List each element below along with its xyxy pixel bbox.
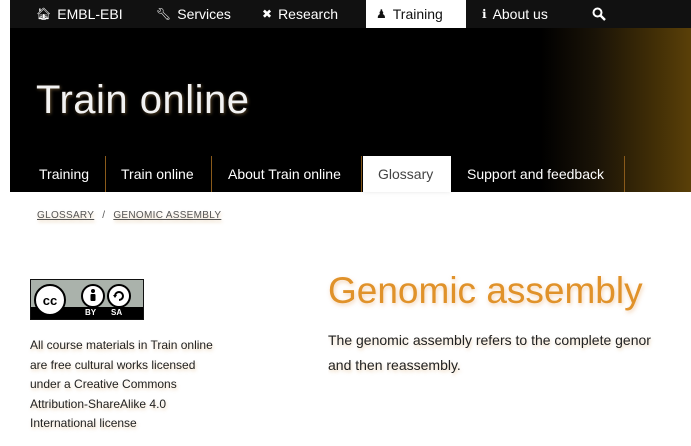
breadcrumb-separator: / bbox=[102, 210, 106, 221]
breadcrumb: GLOSSARY / GENOMIC ASSEMBLY bbox=[37, 210, 221, 221]
tab-label: Train online bbox=[121, 166, 194, 182]
tab-label: Support and feedback bbox=[467, 166, 604, 182]
license-line: Attribution-ShareAlike 4.0 bbox=[30, 396, 167, 411]
breadcrumb-genomic-assembly[interactable]: GENOMIC ASSEMBLY bbox=[113, 210, 221, 221]
license-text: All course materials in Train online are… bbox=[30, 336, 230, 434]
home-icon: 🏠︎ bbox=[36, 7, 52, 21]
sharealike-symbol-icon bbox=[113, 291, 124, 301]
nav-services[interactable]: 🔧︎ Services bbox=[156, 0, 231, 28]
nav-research[interactable]: ✖ Research bbox=[262, 0, 338, 28]
license-line: are free cultural works licensed bbox=[30, 357, 196, 372]
license-line: International license bbox=[30, 416, 137, 430]
nav-training[interactable]: ♟ Training bbox=[366, 0, 466, 28]
sa-label: SA bbox=[111, 308, 123, 317]
local-nav: Training Train online About Train online… bbox=[10, 156, 691, 192]
sharealike-icon bbox=[107, 284, 131, 308]
global-nav: 🏠︎ EMBL-EBI 🔧︎ Services ✖ Research ♟ Tra… bbox=[10, 0, 691, 28]
definition-line: The genomic assembly refers to the compl… bbox=[328, 332, 651, 348]
nav-label: Training bbox=[392, 6, 443, 22]
license-line: under a Creative Commons bbox=[30, 377, 177, 391]
license-line: All course materials in Train online bbox=[30, 338, 213, 352]
attribution-icon bbox=[81, 284, 105, 308]
info-icon: ℹ bbox=[482, 7, 487, 21]
by-label: BY bbox=[85, 308, 97, 317]
tab-label: Training bbox=[39, 166, 90, 182]
tab-glossary[interactable]: Glossary bbox=[363, 156, 451, 192]
research-icon: ✖ bbox=[262, 7, 273, 21]
page-title: Genomic assembly bbox=[328, 270, 643, 311]
training-icon: ♟ bbox=[376, 7, 387, 21]
tab-train-online[interactable]: Train online bbox=[106, 156, 212, 192]
tab-label: Glossary bbox=[378, 166, 434, 182]
tab-label: About Train online bbox=[228, 166, 341, 182]
tab-training[interactable]: Training bbox=[24, 156, 106, 192]
tab-support-feedback[interactable]: Support and feedback bbox=[452, 156, 625, 192]
person-icon bbox=[90, 289, 96, 301]
search-icon bbox=[592, 7, 606, 21]
nav-about-us[interactable]: ℹ About us bbox=[482, 0, 548, 28]
search-button[interactable] bbox=[592, 0, 606, 28]
nav-label: Research bbox=[278, 6, 338, 22]
breadcrumb-glossary[interactable]: GLOSSARY bbox=[37, 210, 94, 221]
masthead: Train online Training Train online About… bbox=[10, 28, 691, 192]
definition-text: The genomic assembly refers to the compl… bbox=[328, 328, 691, 378]
nav-embl-ebi[interactable]: 🏠︎ EMBL-EBI bbox=[36, 0, 123, 28]
tab-about-train-online[interactable]: About Train online bbox=[213, 156, 362, 192]
nav-label: Services bbox=[177, 6, 231, 22]
definition-line: and then reassembly. bbox=[328, 357, 461, 373]
cc-icon: cc bbox=[34, 284, 66, 316]
cc-license-badge[interactable]: cc BY SA bbox=[30, 279, 144, 320]
nav-label: About us bbox=[492, 6, 548, 22]
wrench-icon: 🔧︎ bbox=[156, 7, 172, 21]
site-title[interactable]: Train online bbox=[36, 78, 250, 123]
nav-label: EMBL-EBI bbox=[57, 6, 123, 22]
